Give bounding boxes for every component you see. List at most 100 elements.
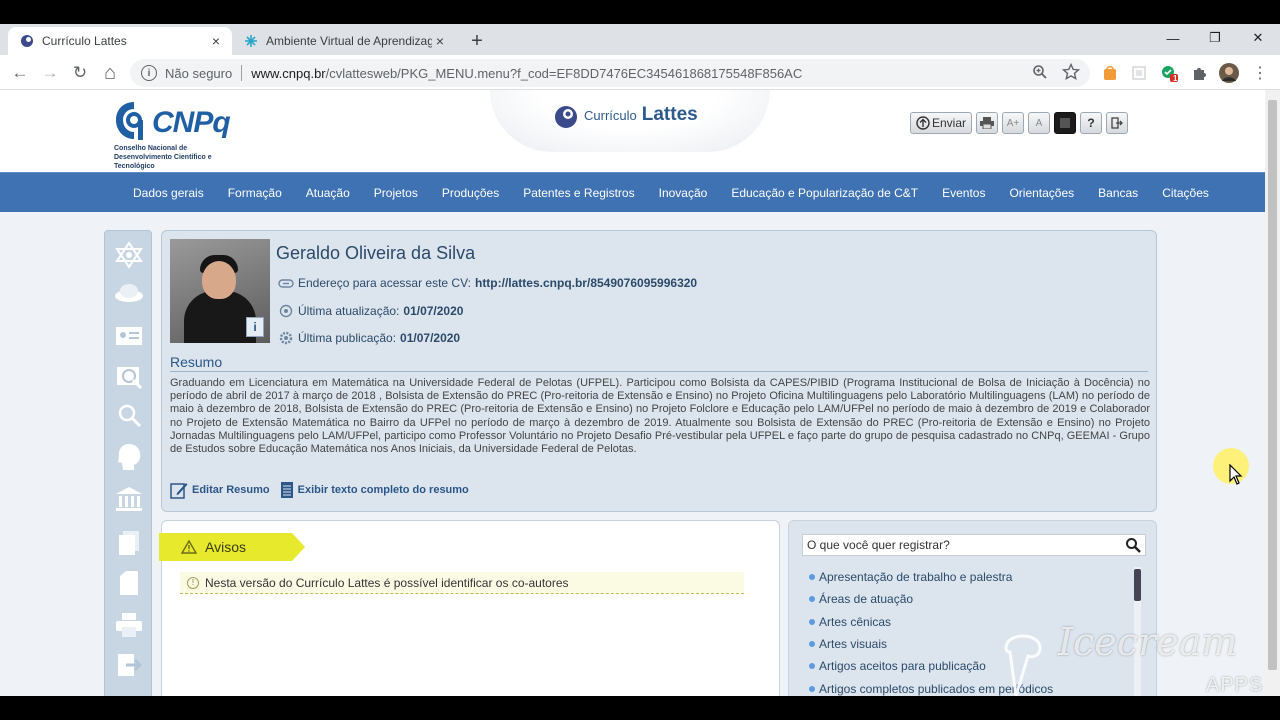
font-reset-button[interactable]: A bbox=[1028, 112, 1050, 134]
nav-item[interactable]: Bancas bbox=[1086, 186, 1150, 200]
extensions-puzzle-icon[interactable] bbox=[1187, 61, 1211, 85]
register-option[interactable]: Áreas de atuação bbox=[809, 588, 1129, 610]
notice-info-icon: ! bbox=[187, 576, 199, 589]
register-option[interactable]: Artigos aceitos para publicação bbox=[809, 655, 1129, 677]
notices-title: Avisos bbox=[205, 539, 246, 555]
cv-address-row: Endereço para acessar este CV: http://la… bbox=[278, 276, 697, 290]
url-text[interactable]: www.cnpq.br/cvlattesweb/PKG_MENU.menu?f_… bbox=[251, 66, 802, 81]
edit-summary-link[interactable]: Editar Resumo bbox=[170, 481, 270, 499]
nav-item[interactable]: Citações bbox=[1150, 186, 1221, 200]
magnifier-icon[interactable] bbox=[113, 399, 145, 431]
tab-strip: Currículo Lattes × Ambiente Virtual de A… bbox=[0, 24, 1280, 55]
institution-icon[interactable] bbox=[113, 483, 145, 515]
nav-item[interactable]: Patentes e Registros bbox=[511, 186, 646, 200]
documents-icon[interactable] bbox=[113, 527, 145, 559]
shopping-extension-icon[interactable] bbox=[1098, 61, 1122, 85]
register-option[interactable]: Artes cênicas bbox=[809, 611, 1129, 633]
tab-close-icon[interactable]: × bbox=[208, 33, 224, 49]
notices-tag: Avisos bbox=[159, 533, 305, 561]
search-icon[interactable] bbox=[1121, 535, 1145, 555]
search-people-icon[interactable] bbox=[113, 361, 145, 393]
page-scrollbar[interactable] bbox=[1265, 90, 1280, 696]
profile-avatar[interactable] bbox=[1217, 61, 1241, 85]
maximize-icon[interactable]: ❐ bbox=[1204, 28, 1226, 48]
notice-text: Nesta versão do Currículo Lattes é possí… bbox=[205, 575, 569, 590]
page-viewport: CNPq Conselho Nacional de Desenvolviment… bbox=[0, 90, 1265, 696]
window-close-icon[interactable]: ✕ bbox=[1247, 28, 1269, 48]
printer-icon bbox=[980, 117, 994, 129]
shield-extension-icon[interactable]: 1 bbox=[1157, 61, 1181, 85]
network-icon[interactable] bbox=[113, 239, 145, 271]
edit-summary-label: Editar Resumo bbox=[192, 484, 270, 496]
nav-item[interactable]: Projetos bbox=[362, 186, 430, 200]
summary-heading: Resumo bbox=[170, 354, 1148, 372]
print-button[interactable] bbox=[976, 112, 998, 134]
new-tab-button[interactable]: + bbox=[466, 30, 488, 52]
register-options-list: Apresentação de trabalho e palestra Áreas… bbox=[809, 566, 1129, 696]
browser-window: Currículo Lattes × Ambiente Virtual de A… bbox=[0, 24, 1280, 696]
back-icon[interactable]: ← bbox=[8, 61, 32, 85]
register-search-input[interactable] bbox=[803, 538, 1121, 552]
nav-item[interactable]: Eventos bbox=[930, 186, 997, 200]
bookmark-star-icon[interactable] bbox=[1061, 62, 1081, 84]
tab-ambiente-virtual[interactable]: Ambiente Virtual de Aprendizage × bbox=[232, 27, 456, 55]
cv-url-link[interactable]: http://lattes.cnpq.br/8549076095996320 bbox=[475, 276, 697, 290]
last-publication-date: 01/07/2020 bbox=[400, 331, 461, 345]
profile-card: i Geraldo Oliveira da Silva Endereço par… bbox=[161, 230, 1157, 512]
nav-item[interactable]: Atuação bbox=[294, 186, 362, 200]
notice-item: ! Nesta versão do Currículo Lattes é pos… bbox=[180, 572, 744, 594]
browser-toolbar: ← → ↻ ⌂ i Não seguro www.cnpq.br/cvlatte… bbox=[0, 55, 1280, 90]
forward-icon[interactable]: → bbox=[38, 61, 62, 85]
logout-button[interactable] bbox=[1106, 112, 1128, 134]
hat-icon[interactable] bbox=[113, 277, 145, 309]
nav-item[interactable]: Dados gerais bbox=[121, 186, 216, 200]
cnpq-wordmark: CNPq bbox=[152, 106, 231, 139]
register-option[interactable]: Artes visuais bbox=[809, 633, 1129, 655]
lattes-word: Lattes bbox=[641, 104, 698, 125]
help-button[interactable]: ? bbox=[1080, 112, 1102, 134]
reload-icon[interactable]: ↻ bbox=[68, 61, 92, 85]
security-label: Não seguro bbox=[165, 65, 233, 81]
register-option[interactable]: Apresentação de trabalho e palestra bbox=[809, 566, 1129, 588]
page-scrollbar-thumb[interactable] bbox=[1268, 100, 1277, 670]
info-icon[interactable]: i bbox=[141, 65, 157, 81]
nav-item[interactable]: Inovação bbox=[647, 186, 720, 200]
nav-item[interactable]: Educação e Popularização de C&T bbox=[719, 186, 930, 200]
register-list-scrollbar[interactable] bbox=[1134, 567, 1141, 696]
cnpq-logo[interactable]: CNPq Conselho Nacional de Desenvolviment… bbox=[114, 100, 244, 170]
register-option[interactable]: Artigos completos publicados em periódic… bbox=[809, 677, 1129, 696]
id-card-icon[interactable] bbox=[113, 319, 145, 351]
tab-title: Currículo Lattes bbox=[42, 34, 127, 48]
full-summary-link[interactable]: Exibir texto completo do resumo bbox=[280, 481, 469, 499]
logout-icon bbox=[1111, 117, 1123, 129]
zoom-icon[interactable] bbox=[1032, 64, 1048, 83]
high-contrast-button[interactable] bbox=[1054, 112, 1076, 134]
nav-item[interactable]: Formação bbox=[216, 186, 294, 200]
menu-kebab-icon[interactable]: ⋮ bbox=[1248, 61, 1272, 85]
tab-curriculo-lattes[interactable]: Currículo Lattes × bbox=[8, 27, 232, 55]
nav-item[interactable]: Orientações bbox=[997, 186, 1086, 200]
nav-item[interactable]: Produções bbox=[430, 186, 511, 200]
moodle-favicon-icon bbox=[244, 34, 258, 48]
notices-panel: Avisos ! Nesta versão do Currículo Latte… bbox=[159, 520, 780, 696]
minimize-icon[interactable]: — bbox=[1162, 28, 1184, 48]
profile-photo[interactable]: i bbox=[170, 239, 270, 343]
sidebar-printer-icon[interactable] bbox=[113, 609, 145, 641]
tab-close-icon[interactable]: × bbox=[432, 33, 448, 49]
lattes-title: Currículo Lattes bbox=[584, 104, 698, 126]
text-document-icon bbox=[280, 482, 293, 498]
export-icon[interactable] bbox=[113, 649, 145, 681]
refresh-icon bbox=[279, 304, 293, 318]
page-extension-icon[interactable] bbox=[1127, 61, 1151, 85]
font-increase-button[interactable]: A+ bbox=[1002, 112, 1024, 134]
nav-list: Dados gerais Formação Atuação Projetos Produ… bbox=[121, 173, 1221, 213]
scrollbar-thumb[interactable] bbox=[1134, 569, 1141, 601]
warning-icon bbox=[181, 540, 197, 554]
left-icon-sidebar bbox=[104, 230, 152, 696]
profile-info-icon[interactable]: i bbox=[246, 317, 264, 337]
home-icon[interactable]: ⌂ bbox=[98, 61, 122, 85]
send-button[interactable]: Enviar bbox=[910, 112, 972, 134]
document-icon[interactable] bbox=[113, 567, 145, 599]
address-bar[interactable]: i Não seguro www.cnpq.br/cvlattesweb/PKG… bbox=[130, 59, 1090, 87]
head-icon[interactable] bbox=[113, 441, 145, 473]
